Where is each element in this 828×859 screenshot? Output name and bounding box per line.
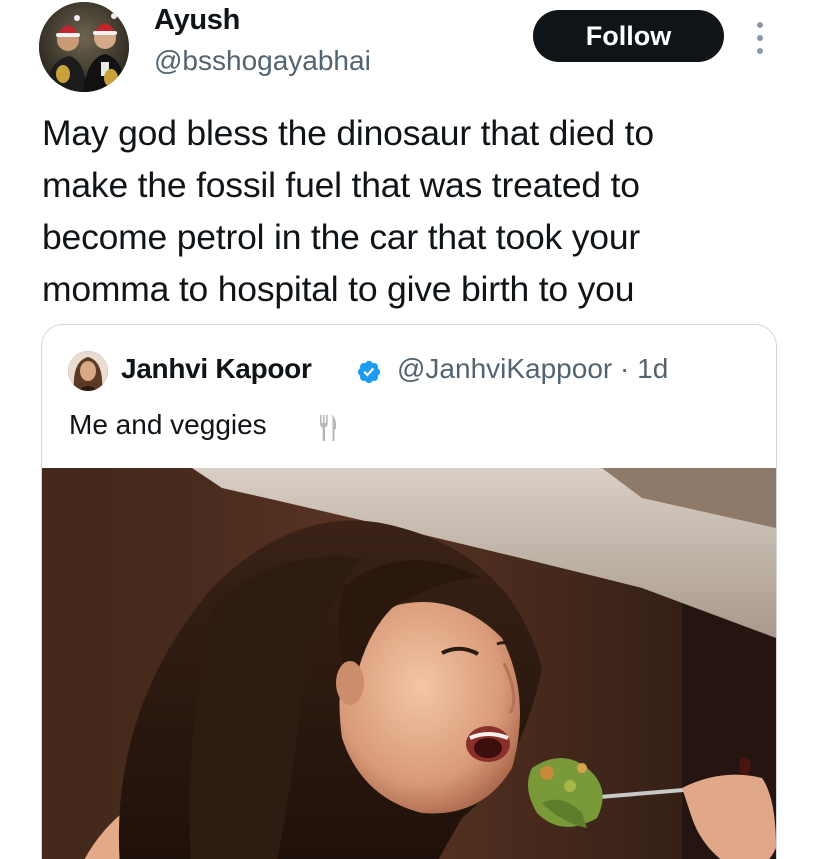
quoted-avatar-photo (68, 351, 108, 391)
quoted-tweet-text: Me and veggies (69, 409, 267, 440)
avatar-photo (39, 2, 129, 92)
quoted-tweet-card[interactable]: Janhvi Kapoor @JanhviKappoor · 1d Me and… (41, 324, 777, 859)
tweet-text-line: May god bless the dinosaur that died to (42, 113, 654, 153)
author-name[interactable]: Ayush (154, 4, 240, 37)
more-vertical-icon[interactable] (748, 18, 772, 58)
quoted-author-handle[interactable]: @JanhviKappoor (397, 353, 612, 384)
quoted-author-avatar[interactable] (68, 351, 108, 391)
quoted-meta: @JanhviKappoor · 1d (397, 353, 668, 385)
photo-woman-eating-salad (42, 468, 776, 859)
quoted-media-image[interactable] (42, 468, 776, 859)
verified-badge-icon (357, 360, 381, 384)
fork-and-knife-icon (320, 415, 337, 441)
tweet: Ayush @bsshogayabhai Follow May god bles… (0, 0, 828, 859)
quoted-author-name[interactable]: Janhvi Kapoor (121, 353, 312, 385)
tweet-text-line: momma to hospital to give birth to you (42, 269, 635, 309)
follow-button[interactable]: Follow (533, 10, 724, 62)
author-handle[interactable]: @bsshogayabhai (154, 45, 371, 77)
meta-separator: · (620, 353, 630, 384)
tweet-text: May god bless the dinosaur that died to … (42, 107, 802, 315)
tweet-text-line: make the fossil fuel that was treated to (42, 165, 640, 205)
author-avatar[interactable] (39, 2, 129, 92)
tweet-text-line: become petrol in the car that took your (42, 217, 641, 257)
quoted-timestamp[interactable]: 1d (637, 353, 668, 384)
